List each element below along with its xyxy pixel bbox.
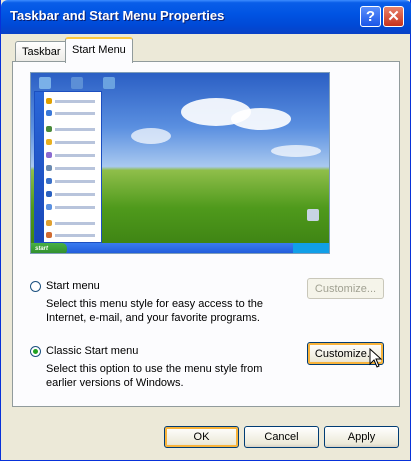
menu-item (55, 100, 95, 103)
start-menu-label[interactable]: Start menu (46, 280, 100, 292)
menu-item-icon (46, 178, 52, 184)
radio-selected-dot (33, 349, 38, 354)
desktop-icon (103, 77, 115, 89)
menu-item-icon (46, 139, 52, 145)
tab-start-menu[interactable]: Start Menu (65, 37, 133, 63)
cloud-shape (271, 145, 321, 157)
menu-item (55, 193, 95, 196)
start-menu-preview: start (30, 72, 330, 254)
help-button[interactable]: ? (360, 6, 381, 27)
preview-start-strip (35, 92, 44, 242)
menu-item (55, 222, 95, 225)
menu-item (55, 112, 95, 115)
preview-system-tray (293, 243, 329, 253)
cloud-shape (231, 108, 291, 130)
tab-taskbar[interactable]: Taskbar (15, 41, 68, 62)
preview-start-menu (34, 91, 102, 243)
close-icon: ✕ (387, 8, 400, 25)
classic-start-menu-label[interactable]: Classic Start menu (46, 345, 138, 357)
menu-item-icon (46, 204, 52, 210)
classic-start-menu-description: Select this option to use the menu style… (46, 363, 263, 389)
help-icon: ? (365, 8, 376, 25)
menu-item (55, 180, 95, 183)
menu-item-icon (46, 220, 52, 226)
cloud-shape (131, 128, 171, 144)
start-menu-radio[interactable] (30, 281, 41, 292)
recycle-bin-icon (307, 209, 319, 221)
properties-dialog: Taskbar and Start Menu Properties ? ✕ Ta… (0, 0, 411, 461)
classic-start-menu-radio[interactable] (30, 346, 41, 357)
cancel-button[interactable]: Cancel (244, 426, 319, 448)
desktop-icon (71, 77, 83, 89)
ok-button[interactable]: OK (164, 426, 239, 448)
menu-item (55, 234, 95, 237)
menu-item-icon (46, 165, 52, 171)
desktop-icon (39, 77, 51, 89)
apply-button[interactable]: Apply (324, 426, 399, 448)
preview-start-button: start (31, 243, 67, 253)
mouse-cursor-icon (369, 348, 383, 368)
menu-item (55, 206, 95, 209)
menu-item-icon (46, 232, 52, 238)
close-button[interactable]: ✕ (383, 6, 404, 27)
menu-item (55, 167, 95, 170)
menu-item (55, 154, 95, 157)
start-menu-description: Select this menu style for easy access t… (46, 298, 264, 324)
menu-item-icon (46, 126, 52, 132)
menu-item-icon (46, 191, 52, 197)
title-bar[interactable]: Taskbar and Start Menu Properties ? ✕ (1, 0, 411, 34)
menu-item-icon (46, 152, 52, 158)
customize-start-menu-button[interactable]: Customize... (307, 278, 384, 299)
window-title: Taskbar and Start Menu Properties (10, 8, 225, 23)
menu-item-icon (46, 110, 52, 116)
menu-item-icon (46, 98, 52, 104)
menu-item (55, 128, 95, 131)
preview-taskbar (31, 243, 329, 253)
menu-item (55, 141, 95, 144)
